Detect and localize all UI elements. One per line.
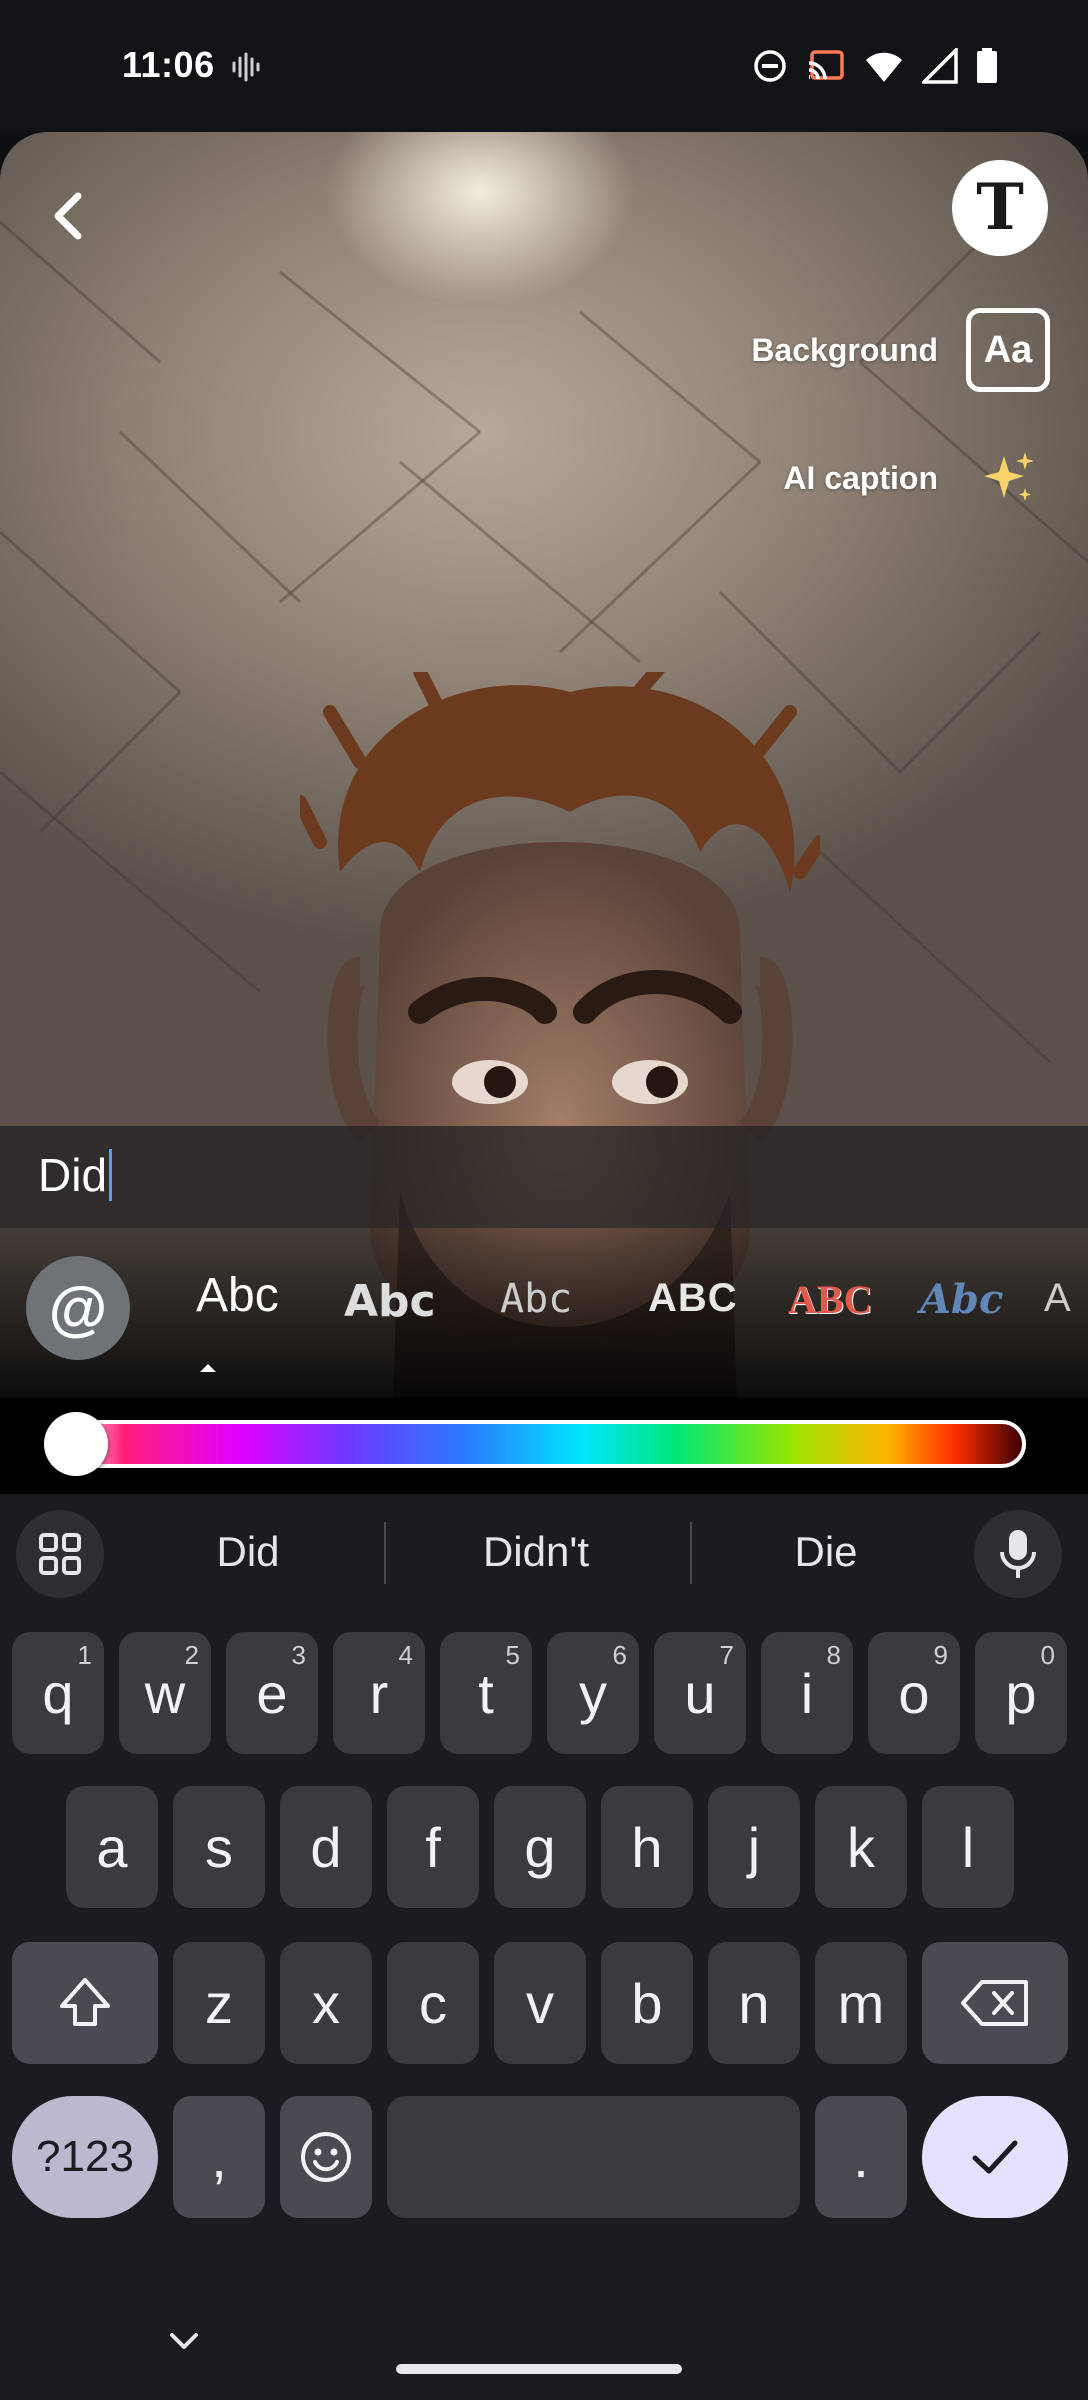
status-icons (752, 48, 998, 84)
key-d[interactable]: d (280, 1786, 372, 1908)
shift-icon (60, 1978, 110, 2026)
key-i[interactable]: i8 (761, 1632, 853, 1754)
key-h[interactable]: h (601, 1786, 693, 1908)
key-o[interactable]: o9 (868, 1632, 960, 1754)
comma-key[interactable]: , (173, 2096, 265, 2218)
status-bar: 11:06 (0, 0, 1088, 132)
cast-icon (808, 50, 844, 80)
suggestion-strip: Did Didn't Die (0, 1494, 1088, 1612)
background-aa-icon[interactable]: Aa (966, 308, 1050, 392)
font-option-more[interactable]: A (1044, 1276, 1071, 1321)
backspace-key[interactable] (922, 1942, 1068, 2064)
key-s[interactable]: s (173, 1786, 265, 1908)
key-g[interactable]: g (494, 1786, 586, 1908)
checkmark-icon (972, 2140, 1018, 2174)
ai-caption-label: AI caption (783, 459, 938, 496)
suggestion-divider (384, 1522, 386, 1584)
emoji-key[interactable] (280, 2096, 372, 2218)
font-option-typewriter[interactable]: Abc (500, 1276, 572, 1322)
sparkle-icon[interactable] (966, 436, 1050, 520)
font-style-picker: @ Abc Abc Abc ABC ABC Abc A (0, 1228, 1088, 1398)
font-option-heavy[interactable]: ABC (648, 1276, 738, 1321)
grid-icon (39, 1533, 81, 1575)
suggestion-3[interactable]: Die (726, 1528, 926, 1576)
suggestion-1[interactable]: Did (148, 1528, 348, 1576)
background-label: Background (751, 331, 938, 368)
key-v[interactable]: v (494, 1942, 586, 2064)
selected-font-indicator (200, 1364, 216, 1372)
key-w[interactable]: w2 (119, 1632, 211, 1754)
key-p[interactable]: p0 (975, 1632, 1067, 1754)
font-option-bold[interactable]: Abc (344, 1276, 436, 1327)
key-n[interactable]: n (708, 1942, 800, 2064)
font-option-gothic[interactable]: Abc (920, 1276, 1003, 1323)
key-l[interactable]: l (922, 1786, 1014, 1908)
back-button[interactable] (36, 184, 100, 248)
key-y[interactable]: y6 (547, 1632, 639, 1754)
wifi-icon (866, 52, 902, 82)
font-option-retro[interactable]: ABC (788, 1276, 872, 1323)
shift-key[interactable] (12, 1942, 158, 2064)
home-indicator[interactable] (396, 2364, 682, 2374)
microphone-icon (1000, 1530, 1036, 1578)
key-t[interactable]: t5 (440, 1632, 532, 1754)
chevron-left-icon (54, 192, 82, 240)
done-key[interactable] (922, 2096, 1068, 2218)
ai-caption-option[interactable]: AI caption (783, 436, 1050, 520)
text-cursor (109, 1149, 113, 1201)
background-option[interactable]: Background Aa (751, 308, 1050, 392)
hide-keyboard-chevron-icon[interactable] (164, 2326, 204, 2356)
key-u[interactable]: u7 (654, 1632, 746, 1754)
caption-input-bar[interactable]: Did (0, 1126, 1088, 1228)
key-j[interactable]: j (708, 1786, 800, 1908)
key-b[interactable]: b (601, 1942, 693, 2064)
color-picker (0, 1398, 1088, 1494)
keyboard: Did Didn't Die q1 w2 e3 r4 t5 y6 u7 i8 o… (0, 1494, 1088, 2400)
key-r[interactable]: r4 (333, 1632, 425, 1754)
key-a[interactable]: a (66, 1786, 158, 1908)
emoji-icon (301, 2132, 351, 2182)
key-z[interactable]: z (173, 1942, 265, 2064)
text-tool-icon: T (976, 170, 1024, 245)
battery-icon (977, 48, 997, 83)
key-f[interactable]: f (387, 1786, 479, 1908)
keyboard-menu-button[interactable] (16, 1510, 104, 1598)
signal-icon (922, 48, 958, 84)
color-slider-handle[interactable] (44, 1412, 108, 1476)
mention-button[interactable]: @ (26, 1256, 130, 1360)
suggestion-2[interactable]: Didn't (436, 1528, 636, 1576)
status-time: 11:06 (122, 44, 215, 85)
key-m[interactable]: m (815, 1942, 907, 2064)
key-x[interactable]: x (280, 1942, 372, 2064)
caption-text: Did (38, 1149, 108, 1201)
font-option-classic[interactable]: Abc (196, 1268, 279, 1323)
voice-input-button[interactable] (974, 1510, 1062, 1598)
period-key[interactable]: . (815, 2096, 907, 2218)
space-bar[interactable] (387, 2096, 800, 2218)
symbols-key[interactable]: ?123 (12, 2096, 158, 2218)
backspace-icon (961, 1980, 1028, 2026)
key-c[interactable]: c (387, 1942, 479, 2064)
suggestion-divider (690, 1522, 692, 1584)
caption-input[interactable]: Did (38, 1148, 113, 1202)
text-tool-button[interactable]: T (952, 160, 1048, 256)
color-slider-track[interactable] (62, 1420, 1026, 1468)
key-e[interactable]: e3 (226, 1632, 318, 1754)
key-k[interactable]: k (815, 1786, 907, 1908)
do-not-disturb-icon (754, 50, 786, 82)
sound-wave-icon (232, 52, 260, 82)
key-q[interactable]: q1 (12, 1632, 104, 1754)
